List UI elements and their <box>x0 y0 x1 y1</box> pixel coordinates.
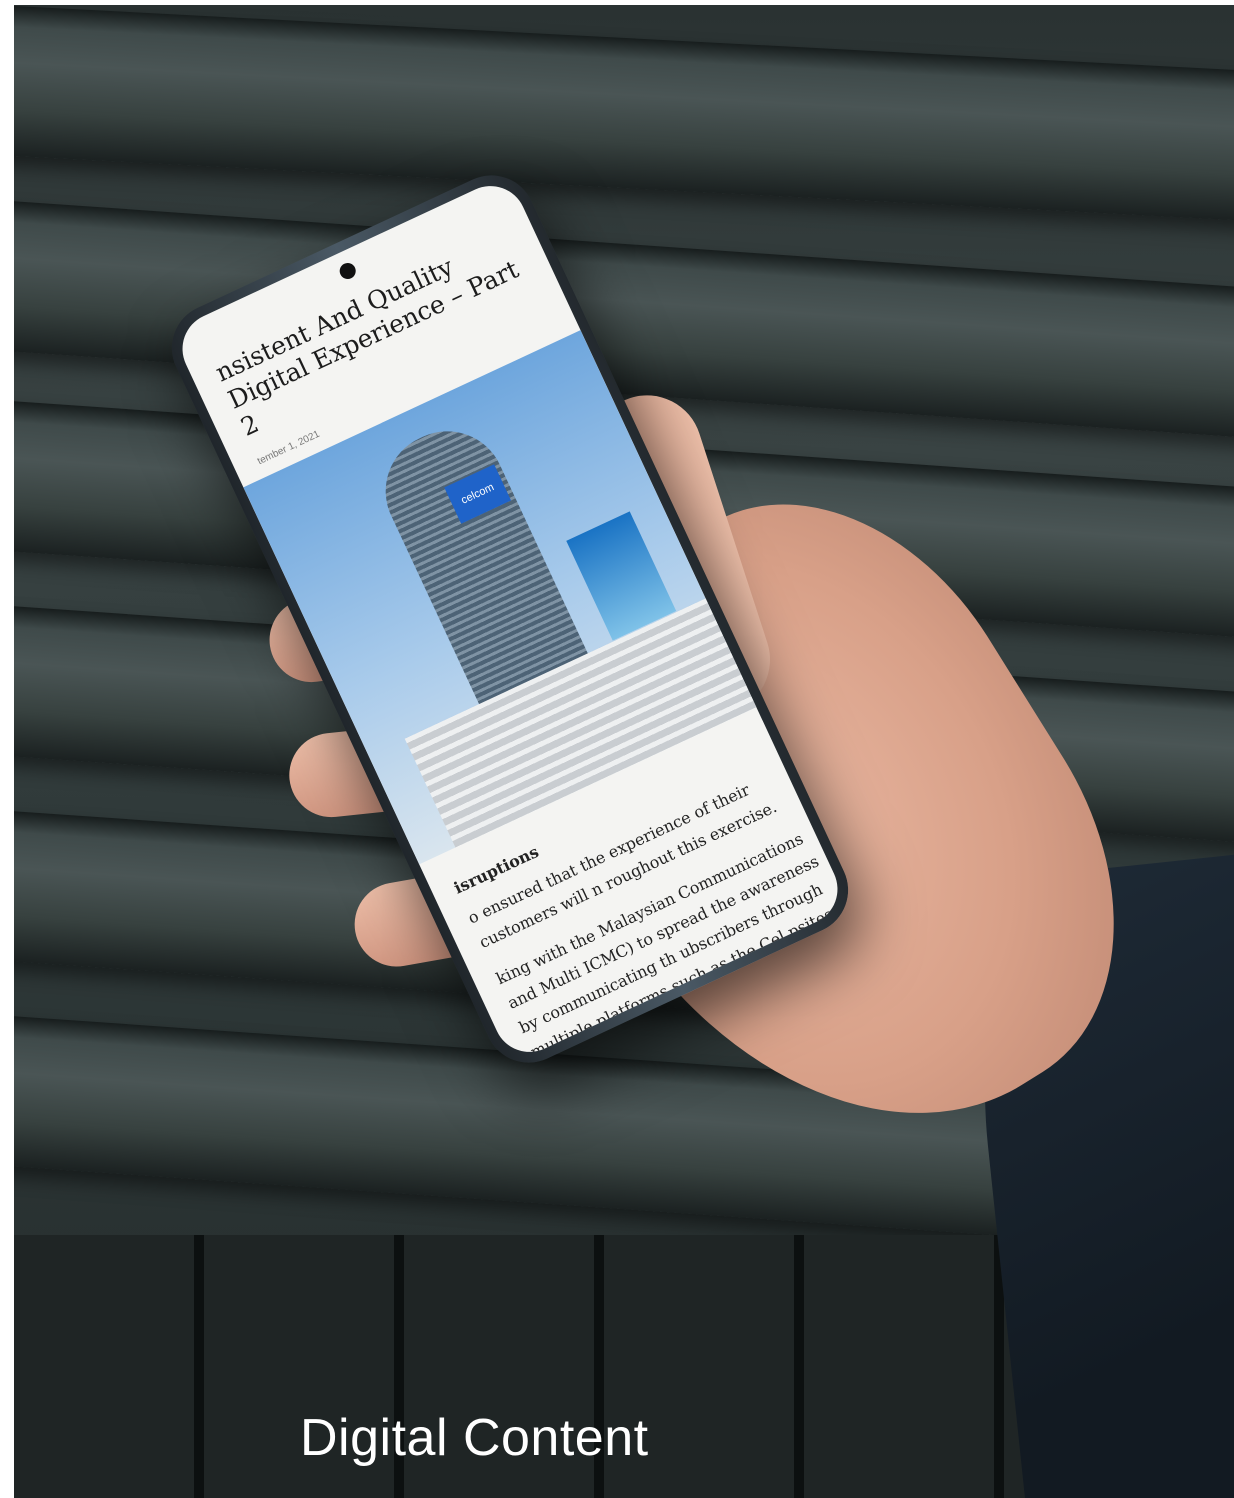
caption: Digital Content <box>300 1409 649 1467</box>
grille-bar <box>194 1235 204 1498</box>
front-camera <box>337 260 359 282</box>
tower-sign: celcom <box>444 464 512 524</box>
grille-bar <box>794 1235 804 1498</box>
louver-slat <box>14 5 1234 222</box>
photo-scene: nsistent And Quality Digital Experience … <box>14 5 1234 1498</box>
